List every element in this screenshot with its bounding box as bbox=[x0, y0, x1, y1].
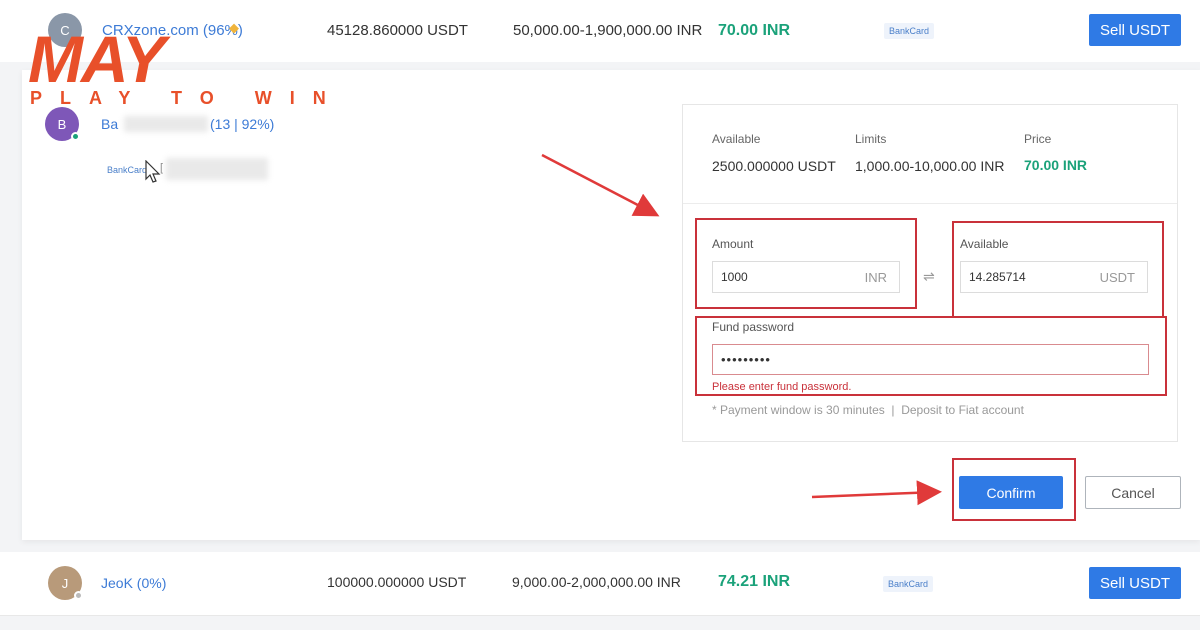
quantity-cell: 100000.000000 USDT bbox=[327, 574, 467, 590]
merchant-name-link[interactable]: JeoK (0%) bbox=[101, 575, 166, 591]
merchant-avatar: J bbox=[48, 566, 83, 600]
sell-usdt-button[interactable]: Sell USDT bbox=[1089, 567, 1181, 599]
listing-row: J JeoK (0%) 100000.000000 USDT 9,000.00-… bbox=[0, 552, 1200, 616]
limits-cell: 9,000.00-2,000,000.00 INR bbox=[512, 574, 681, 590]
offline-status-dot bbox=[74, 591, 83, 600]
payment-method-badge: BankCard bbox=[883, 576, 934, 592]
logo-text: MAY bbox=[28, 22, 171, 96]
logo-tagline: PLAY TO WIN bbox=[30, 88, 344, 108]
price-cell: 74.21 INR bbox=[718, 573, 791, 590]
